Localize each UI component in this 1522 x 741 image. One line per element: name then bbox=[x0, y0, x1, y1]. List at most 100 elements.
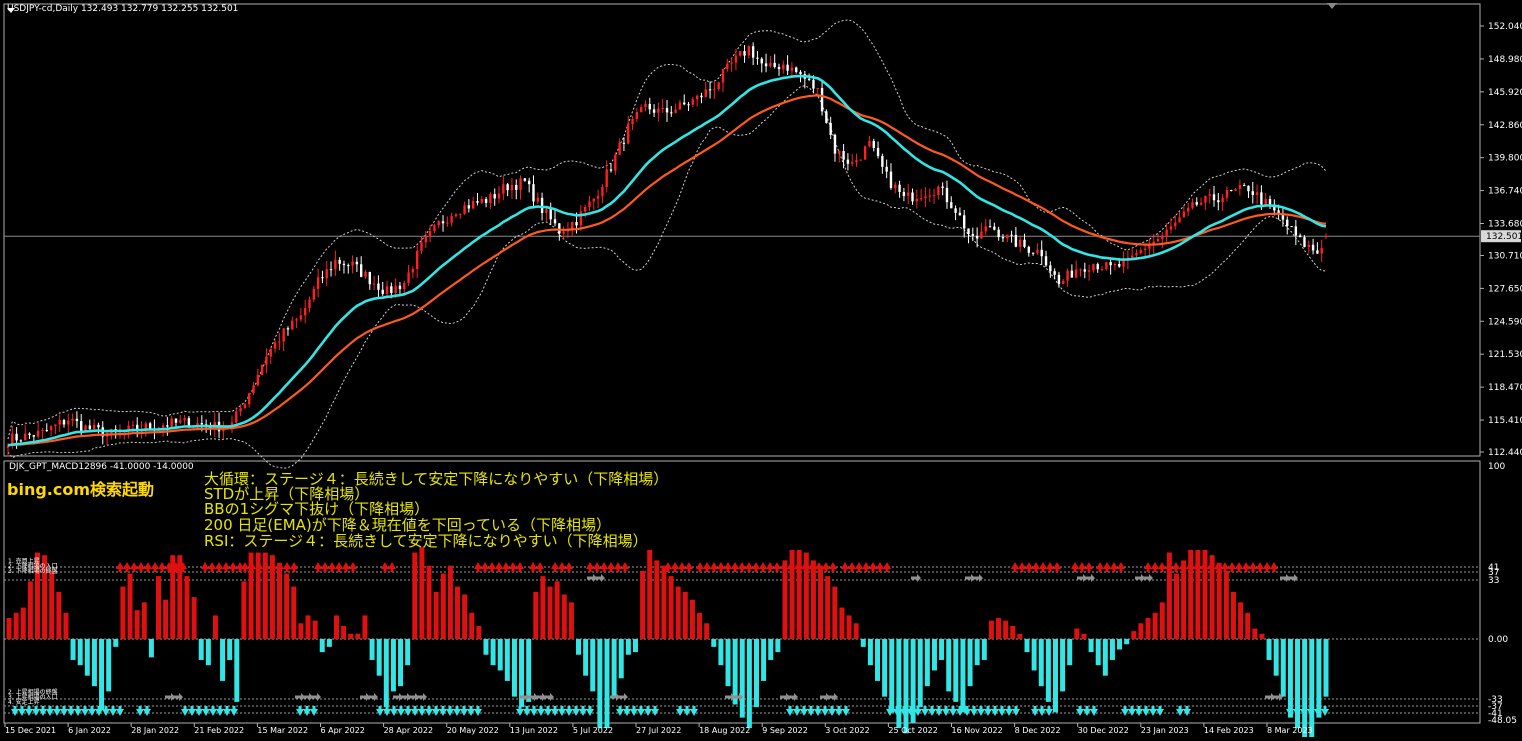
histogram-bar bbox=[753, 639, 759, 708]
down-arrow-icon bbox=[216, 706, 224, 716]
candle-body bbox=[58, 419, 61, 425]
up-arrow-icon bbox=[717, 562, 725, 572]
histogram-bar bbox=[654, 560, 660, 639]
up-arrow-icon bbox=[1270, 562, 1278, 572]
candle-body bbox=[1221, 197, 1224, 203]
candle-body bbox=[515, 184, 518, 190]
histogram-bar bbox=[341, 625, 347, 639]
down-arrow-icon bbox=[630, 706, 638, 716]
down-arrow-icon bbox=[81, 706, 89, 716]
up-arrow-icon bbox=[600, 562, 608, 572]
candle-body bbox=[377, 283, 380, 290]
candle-body bbox=[1113, 264, 1117, 266]
down-arrow-icon bbox=[418, 706, 426, 716]
histogram-bar bbox=[611, 639, 617, 697]
up-arrow-icon bbox=[1221, 562, 1229, 572]
candle-body bbox=[622, 142, 626, 144]
candle-body bbox=[506, 184, 509, 191]
histogram-bar bbox=[818, 565, 824, 639]
up-arrow-icon bbox=[1172, 562, 1180, 572]
scroll-marker-icon[interactable] bbox=[1327, 3, 1337, 9]
candle-body bbox=[1212, 194, 1216, 201]
candle-body bbox=[239, 408, 242, 412]
histogram-bar bbox=[511, 639, 517, 697]
histogram-bar bbox=[1074, 628, 1080, 639]
candle-body bbox=[820, 88, 824, 112]
candle-body bbox=[739, 51, 742, 56]
candle-body bbox=[1092, 264, 1095, 271]
candle-body bbox=[316, 277, 320, 289]
down-arrow-icon bbox=[1121, 706, 1129, 716]
histogram-bar bbox=[583, 639, 589, 676]
time-tick-label: 14 Feb 2023 bbox=[1204, 726, 1254, 735]
histogram-bar bbox=[405, 639, 411, 666]
candle-body bbox=[532, 184, 535, 202]
chart-window[interactable]: 1. 売買上昇 2. 下降相場の入口 3. 下降相場の終盤 2. 上昇相場の終盤 3. … bbox=[0, 0, 1522, 741]
down-arrow-icon bbox=[53, 706, 61, 716]
down-arrow-icon bbox=[376, 706, 384, 716]
histogram-bar bbox=[568, 602, 574, 639]
candle-body bbox=[928, 195, 931, 197]
histogram-bar bbox=[782, 560, 788, 639]
candle-body bbox=[764, 63, 768, 67]
price-tick-label: 130.710 bbox=[1488, 251, 1522, 261]
histogram-bar bbox=[775, 639, 781, 653]
candle-body bbox=[1040, 249, 1043, 257]
down-arrow-icon bbox=[74, 706, 82, 716]
histogram-bar bbox=[326, 639, 332, 647]
down-arrow-icon bbox=[977, 706, 985, 716]
candle-body bbox=[368, 271, 372, 285]
up-arrow-icon bbox=[678, 562, 686, 572]
down-arrow-icon bbox=[397, 706, 405, 716]
down-arrow-icon bbox=[439, 706, 447, 716]
up-arrow-icon bbox=[862, 562, 870, 572]
price-tick-label: 139.800 bbox=[1488, 154, 1522, 164]
candle-body bbox=[303, 308, 307, 316]
right-arrow-icon bbox=[311, 693, 321, 701]
candle-body bbox=[1165, 229, 1168, 236]
price-tick-label: 127.650 bbox=[1488, 284, 1522, 294]
up-arrow-icon bbox=[137, 562, 145, 572]
histogram-bar bbox=[99, 639, 105, 710]
histogram-bar bbox=[49, 570, 55, 639]
candle-body bbox=[1049, 265, 1052, 272]
bing-search-button[interactable]: bing.com検索起動 bbox=[7, 476, 154, 500]
time-tick-label: 30 Dec 2022 bbox=[1078, 726, 1129, 735]
candle-body bbox=[941, 186, 944, 188]
candle-body bbox=[988, 226, 992, 228]
indicator-header: DJK_GPT_MACD12896 -41.0000 -14.0000 bbox=[9, 462, 194, 472]
up-arrow-icon bbox=[1053, 562, 1061, 572]
candle-body bbox=[1044, 256, 1048, 266]
histogram-bar bbox=[931, 639, 937, 671]
histogram-bar bbox=[689, 599, 695, 639]
right-arrow-icon bbox=[1143, 574, 1153, 582]
candle-body bbox=[683, 102, 686, 105]
candle-body bbox=[424, 236, 427, 243]
histogram-bar bbox=[618, 639, 624, 679]
chart-canvas[interactable]: 1. 売買上昇2. 下降相場の入口3. 下降相場の終盤2. 上昇相場の終盤3. … bbox=[0, 0, 1522, 741]
up-arrow-icon bbox=[283, 562, 291, 572]
candle-body bbox=[1018, 239, 1022, 247]
candle-body bbox=[1191, 202, 1194, 208]
histogram-bar bbox=[1003, 620, 1009, 639]
candle-body bbox=[502, 184, 505, 194]
histogram-bar bbox=[234, 639, 240, 702]
time-tick-label: 15 Dec 2021 bbox=[5, 726, 56, 735]
down-arrow-icon bbox=[644, 706, 652, 716]
price-pane-frame bbox=[3, 3, 1481, 457]
histogram-bar bbox=[198, 639, 204, 660]
histogram-bar bbox=[333, 615, 339, 639]
down-arrow-icon bbox=[800, 706, 808, 716]
histogram-bar bbox=[1273, 639, 1279, 676]
histogram-bar bbox=[917, 639, 923, 708]
histogram-bar bbox=[1024, 639, 1030, 653]
candle-body bbox=[390, 286, 393, 294]
histogram-bar bbox=[1159, 602, 1165, 639]
up-arrow-icon bbox=[349, 562, 357, 572]
candle-body bbox=[674, 109, 677, 113]
candle-body bbox=[687, 104, 690, 106]
candle-body bbox=[1234, 189, 1237, 191]
candle-body bbox=[1199, 202, 1203, 205]
histogram-bar bbox=[1052, 639, 1058, 713]
down-arrow-icon bbox=[188, 706, 196, 716]
